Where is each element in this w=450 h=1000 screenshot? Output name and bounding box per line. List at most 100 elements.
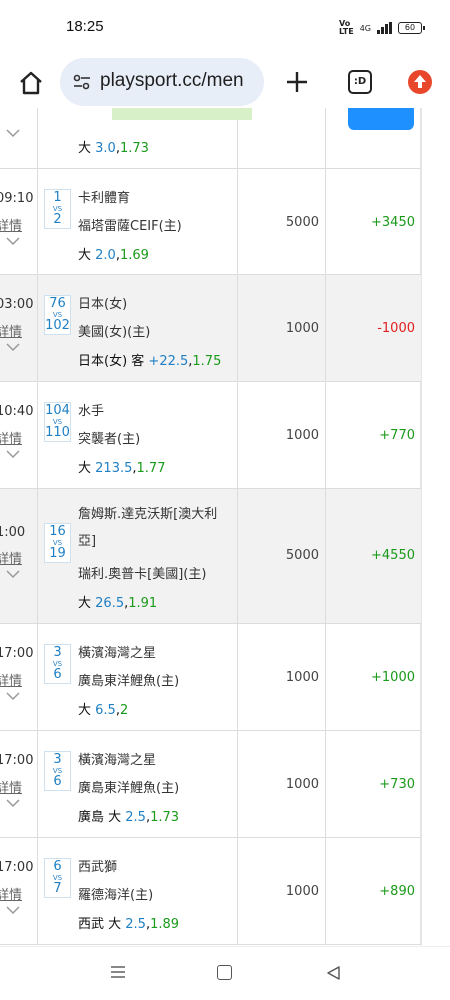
bet-amount: 1000 — [285, 884, 319, 899]
signal-icon — [377, 22, 392, 34]
chevron-down-icon[interactable] — [6, 449, 20, 459]
bet-line: 大 26.5,1.91 — [78, 596, 158, 611]
status-bar: 18:25 Vo LTE 4G 60 — [0, 0, 450, 58]
arrow-up-icon — [414, 75, 426, 88]
recent-apps-icon[interactable] — [110, 965, 126, 979]
bet-line: 廣島 大 2.5,1.73 — [78, 810, 180, 825]
table-row: 大 3.0,1.73 — [0, 108, 421, 169]
bet-result: +890 — [379, 884, 415, 899]
team-away: 日本(女) — [78, 297, 128, 312]
update-button[interactable] — [408, 70, 432, 94]
battery-icon: 60 — [398, 22, 425, 34]
network-type: 4G — [359, 23, 371, 33]
matchup-badge: 3 VS 6 — [44, 644, 71, 684]
bet-result: +4550 — [371, 548, 415, 563]
match-time: 17:00 — [0, 646, 34, 661]
bet-amount: 5000 — [285, 548, 319, 563]
tabs-button[interactable]: :D — [348, 70, 372, 94]
bet-amount: 1000 — [285, 777, 319, 792]
team-home: 廣島東洋鯉魚(主) — [78, 781, 180, 796]
status-icons: Vo LTE 4G 60 — [339, 19, 425, 36]
detail-link[interactable]: 詳情 — [0, 884, 22, 903]
team-home: 突襲者(主) — [78, 432, 141, 447]
bet-line: 大 213.5,1.77 — [78, 461, 166, 476]
detail-link[interactable]: 詳情 — [0, 548, 22, 567]
table-row: 1:00 詳情 16 VS 19 詹姆斯.達克沃斯[澳大利亞] 瑞利.奧普卡[美國]… — [0, 489, 421, 624]
table-row: 10:40 詳情 104 VS 110 水手 突襲者(主) 大 213.5,1.77… — [0, 382, 421, 489]
bet-line: 大 6.5,2 — [78, 703, 129, 718]
team-away: 橫濱海灣之星 — [78, 753, 157, 768]
chevron-down-icon[interactable] — [6, 342, 20, 352]
matchup-badge: 6 VS 7 — [44, 858, 71, 898]
site-settings-icon[interactable] — [72, 72, 92, 92]
chevron-down-icon[interactable] — [6, 691, 20, 701]
match-time: 10:40 — [0, 404, 34, 419]
bet-result: +770 — [379, 428, 415, 443]
chevron-down-icon[interactable] — [6, 905, 20, 915]
match-time: 1:00 — [0, 525, 26, 540]
address-bar[interactable]: playsport.cc/men — [60, 58, 264, 106]
chevron-down-icon[interactable] — [6, 569, 20, 579]
detail-link[interactable]: 詳情 — [0, 321, 22, 340]
team-away: 詹姆斯.達克沃斯[澳大利亞] — [78, 507, 218, 549]
team-home: 廣島東洋鯉魚(主) — [78, 674, 180, 689]
home-icon — [20, 71, 42, 95]
bet-line: 西武 大 2.5,1.89 — [78, 917, 180, 932]
bet-amount: 5000 — [285, 215, 319, 230]
bet-history-list: 大 3.0,1.73 09:10 詳情 1 VS 2 卡利體育 福塔雷薩CEIF(主… — [0, 108, 450, 946]
team-home: 福塔雷薩CEIF(主) — [78, 219, 182, 234]
matchup-badge: 76 VS 102 — [44, 295, 71, 335]
team-away: 西武獅 — [78, 860, 118, 875]
detail-link[interactable]: 詳情 — [0, 215, 22, 234]
match-time: 17:00 — [0, 753, 34, 768]
team-home: 瑞利.奧普卡[美國](主) — [78, 567, 207, 582]
chevron-down-icon[interactable] — [6, 128, 20, 138]
system-nav-bar — [0, 946, 450, 1000]
scroll-gutter — [421, 108, 450, 946]
chevron-down-icon[interactable] — [6, 236, 20, 246]
back-icon[interactable] — [325, 965, 341, 981]
bet-line: 日本(女) 客 +22.5,1.75 — [78, 354, 222, 369]
bet-result: +1000 — [371, 670, 415, 685]
matchup-badge: 16 VS 19 — [44, 523, 71, 563]
bet-amount: 1000 — [285, 428, 319, 443]
table-row: 03:00 詳情 76 VS 102 日本(女) 美國(女)(主) 日本(女) 客 … — [0, 275, 421, 382]
plus-icon — [287, 72, 307, 92]
bet-result: +3450 — [371, 215, 415, 230]
system-home-icon[interactable] — [217, 965, 232, 980]
team-home: 美國(女)(主) — [78, 325, 151, 340]
home-button[interactable] — [16, 68, 46, 98]
bet-result: -1000 — [377, 321, 415, 336]
status-time: 18:25 — [66, 18, 104, 35]
detail-link[interactable]: 詳情 — [0, 428, 22, 447]
highlight-strip — [112, 108, 252, 120]
match-time: 09:10 — [0, 191, 34, 206]
chevron-down-icon[interactable] — [6, 798, 20, 808]
browser-toolbar: playsport.cc/men :D — [0, 58, 450, 108]
team-away: 水手 — [78, 404, 105, 419]
url-text[interactable]: playsport.cc/men — [100, 70, 260, 92]
table-row: 09:10 詳情 1 VS 2 卡利體育 福塔雷薩CEIF(主) 大 2.0,1.6… — [0, 169, 421, 275]
matchup-badge: 104 VS 110 — [44, 402, 71, 442]
bet-result: +730 — [379, 777, 415, 792]
team-away: 卡利體育 — [78, 191, 131, 206]
new-tab-button[interactable] — [283, 68, 311, 96]
bet-line: 大 2.0,1.69 — [78, 248, 149, 263]
detail-link[interactable]: 詳情 — [0, 670, 22, 689]
team-away: 橫濱海灣之星 — [78, 646, 157, 661]
bet-amount: 1000 — [285, 321, 319, 336]
action-button[interactable] — [348, 108, 414, 130]
bet-line: 大 3.0,1.73 — [78, 141, 149, 156]
matchup-badge: 3 VS 6 — [44, 751, 71, 791]
table-row: 17:00 詳情 6 VS 7 西武獅 羅德海洋(主) 西武 大 2.5,1.89 … — [0, 838, 421, 945]
bet-table: 大 3.0,1.73 09:10 詳情 1 VS 2 卡利體育 福塔雷薩CEIF(主… — [0, 108, 421, 945]
detail-link[interactable]: 詳情 — [0, 777, 22, 796]
table-row: 17:00 詳情 3 VS 6 橫濱海灣之星 廣島東洋鯉魚(主) 廣島 大 2.5,… — [0, 731, 421, 838]
table-row: 17:00 詳情 3 VS 6 橫濱海灣之星 廣島東洋鯉魚(主) 大 6.5,2 1… — [0, 624, 421, 731]
volte-icon: Vo LTE — [339, 19, 354, 36]
bet-amount: 1000 — [285, 670, 319, 685]
match-time: 17:00 — [0, 860, 34, 875]
team-home: 羅德海洋(主) — [78, 888, 154, 903]
match-time: 03:00 — [0, 297, 34, 312]
matchup-badge: 1 VS 2 — [44, 189, 71, 229]
